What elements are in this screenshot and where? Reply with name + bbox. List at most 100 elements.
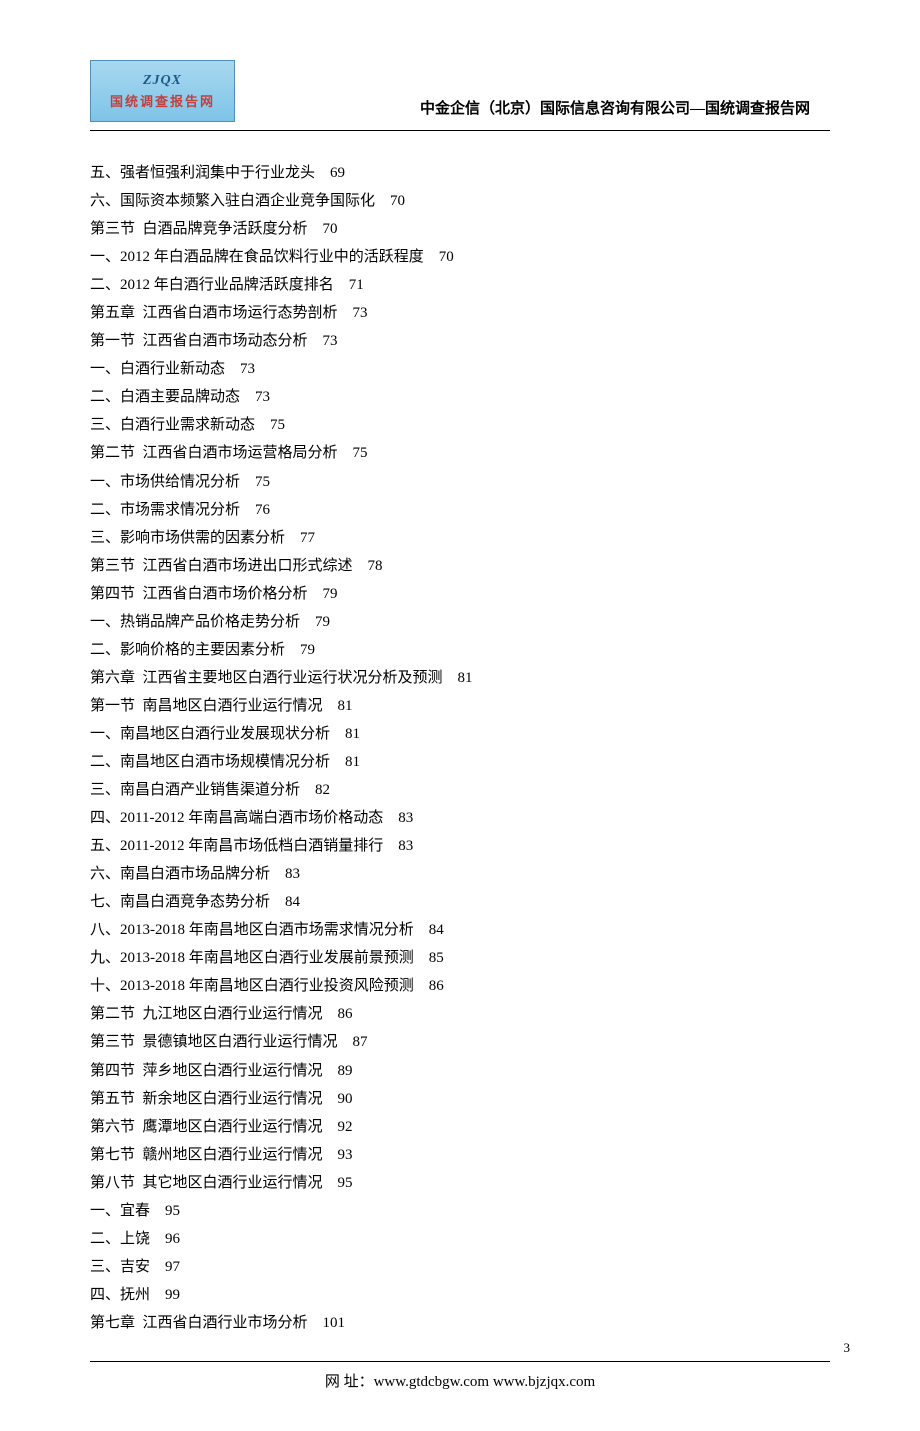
toc-item: 九、2013-2018 年南昌地区白酒行业发展前景预测 85 [90, 944, 830, 972]
toc-item-gap [414, 978, 429, 994]
toc-item-page: 92 [338, 1119, 353, 1135]
toc-item: 三、白酒行业需求新动态 75 [90, 411, 830, 439]
toc-item-gap [300, 782, 315, 798]
toc-item-page: 86 [338, 1006, 353, 1022]
toc-item-text: 八、2013-2018 年南昌地区白酒市场需求情况分析 [90, 922, 414, 938]
toc-item-page: 79 [315, 614, 330, 630]
toc-item-text: 第一节 南昌地区白酒行业运行情况 [90, 698, 323, 714]
toc-item: 十、2013-2018 年南昌地区白酒行业投资风险预测 86 [90, 972, 830, 1000]
toc-item-gap [323, 1175, 338, 1191]
toc-item-text: 第一节 江西省白酒市场动态分析 [90, 333, 308, 349]
toc-item: 五、2011-2012 年南昌市场低档白酒销量排行 83 [90, 832, 830, 860]
header-title: 中金企信（北京）国际信息咨询有限公司—国统调查报告网 [235, 97, 830, 122]
toc-item: 第六节 鹰潭地区白酒行业运行情况 92 [90, 1113, 830, 1141]
toc-item-gap [323, 1091, 338, 1107]
toc-item-page: 81 [458, 670, 473, 686]
toc-item-text: 十、2013-2018 年南昌地区白酒行业投资风险预测 [90, 978, 414, 994]
toc-item-gap [285, 530, 300, 546]
toc-item-page: 85 [429, 950, 444, 966]
toc-item-page: 75 [255, 474, 270, 490]
toc-item: 第三节 景德镇地区白酒行业运行情况 87 [90, 1028, 830, 1056]
toc-item-page: 81 [338, 698, 353, 714]
toc-item-text: 第三节 江西省白酒市场进出口形式综述 [90, 558, 353, 574]
toc-item: 一、南昌地区白酒行业发展现状分析 81 [90, 720, 830, 748]
toc-item: 第五节 新余地区白酒行业运行情况 90 [90, 1085, 830, 1113]
toc-item-text: 四、抚州 [90, 1287, 150, 1303]
toc-item-gap [270, 894, 285, 910]
toc-item: 三、影响市场供需的因素分析 77 [90, 524, 830, 552]
header-divider [90, 130, 830, 131]
toc-item: 第三节 白酒品牌竞争活跃度分析 70 [90, 215, 830, 243]
toc-item-page: 71 [349, 277, 364, 293]
logo-text-bottom: 国统调查报告网 [110, 91, 215, 110]
toc-item-text: 七、南昌白酒竞争态势分析 [90, 894, 270, 910]
toc-item: 一、2012 年白酒品牌在食品饮料行业中的活跃程度 70 [90, 243, 830, 271]
toc-item-text: 五、强者恒强利润集中于行业龙头 [90, 165, 315, 181]
toc-item-gap [285, 642, 300, 658]
toc-item-page: 83 [398, 810, 413, 826]
toc-item-gap [308, 1315, 323, 1331]
toc-item-page: 75 [270, 417, 285, 433]
toc-item: 二、南昌地区白酒市场规模情况分析 81 [90, 748, 830, 776]
toc-item-page: 83 [398, 838, 413, 854]
toc-item-page: 87 [353, 1034, 368, 1050]
toc-item-text: 第七章 江西省白酒行业市场分析 [90, 1315, 308, 1331]
company-logo: ZJQX 国统调查报告网 [90, 60, 235, 122]
logo-text-top: ZJQX [143, 73, 182, 89]
toc-item-gap [308, 333, 323, 349]
toc-item-text: 一、热销品牌产品价格走势分析 [90, 614, 300, 630]
toc-item-text: 二、2012 年白酒行业品牌活跃度排名 [90, 277, 334, 293]
toc-item-gap [150, 1259, 165, 1275]
toc-item: 第五章 江西省白酒市场运行态势剖析 73 [90, 299, 830, 327]
toc-item: 第六章 江西省主要地区白酒行业运行状况分析及预测 81 [90, 664, 830, 692]
page-header: ZJQX 国统调查报告网 中金企信（北京）国际信息咨询有限公司—国统调查报告网 [90, 60, 830, 122]
toc-item-gap [424, 249, 439, 265]
toc-item-text: 二、上饶 [90, 1231, 150, 1247]
toc-item-gap [150, 1287, 165, 1303]
toc-item-page: 70 [390, 193, 405, 209]
toc-item: 二、2012 年白酒行业品牌活跃度排名 71 [90, 271, 830, 299]
toc-item: 一、市场供给情况分析 75 [90, 468, 830, 496]
toc-item-gap [323, 1006, 338, 1022]
toc-item: 一、白酒行业新动态 73 [90, 355, 830, 383]
toc-item: 一、热销品牌产品价格走势分析 79 [90, 608, 830, 636]
toc-item-page: 96 [165, 1231, 180, 1247]
toc-item: 第七节 赣州地区白酒行业运行情况 93 [90, 1141, 830, 1169]
toc-item-gap [338, 1034, 353, 1050]
toc-item: 第四节 江西省白酒市场价格分析 79 [90, 580, 830, 608]
footer-text: 网 址：www.gtdcbgw.com www.bjzjqx.com [90, 1370, 830, 1391]
toc-item-text: 四、2011-2012 年南昌高端白酒市场价格动态 [90, 810, 383, 826]
toc-item-page: 95 [165, 1203, 180, 1219]
toc-item-text: 一、宜春 [90, 1203, 150, 1219]
toc-item-gap [240, 502, 255, 518]
toc-item-page: 73 [240, 361, 255, 377]
toc-item-text: 六、国际资本频繁入驻白酒企业竞争国际化 [90, 193, 375, 209]
toc-item-text: 第三节 白酒品牌竞争活跃度分析 [90, 221, 308, 237]
toc-item: 二、上饶 96 [90, 1225, 830, 1253]
toc-item: 二、白酒主要品牌动态 73 [90, 383, 830, 411]
toc-item-gap [150, 1231, 165, 1247]
toc-item-text: 一、市场供给情况分析 [90, 474, 240, 490]
toc-item: 第八节 其它地区白酒行业运行情况 95 [90, 1169, 830, 1197]
toc-item-gap [255, 417, 270, 433]
toc-item-page: 73 [255, 389, 270, 405]
toc-item-text: 三、白酒行业需求新动态 [90, 417, 255, 433]
toc-item-text: 六、南昌白酒市场品牌分析 [90, 866, 270, 882]
toc-item-gap [338, 305, 353, 321]
toc-item-gap [383, 838, 398, 854]
toc-item-page: 82 [315, 782, 330, 798]
toc-item-text: 第三节 景德镇地区白酒行业运行情况 [90, 1034, 338, 1050]
toc-item: 六、国际资本频繁入驻白酒企业竞争国际化 70 [90, 187, 830, 215]
toc-item-page: 89 [338, 1063, 353, 1079]
toc-item-page: 79 [323, 586, 338, 602]
toc-item-gap [323, 1063, 338, 1079]
toc-item-gap [315, 165, 330, 181]
footer-divider [90, 1361, 830, 1362]
toc-item-gap [300, 614, 315, 630]
toc-item-page: 84 [285, 894, 300, 910]
toc-item-page: 90 [338, 1091, 353, 1107]
toc-item-gap [414, 922, 429, 938]
toc-item-text: 二、市场需求情况分析 [90, 502, 240, 518]
toc-item-text: 三、南昌白酒产业销售渠道分析 [90, 782, 300, 798]
toc-item: 第一节 江西省白酒市场动态分析 73 [90, 327, 830, 355]
